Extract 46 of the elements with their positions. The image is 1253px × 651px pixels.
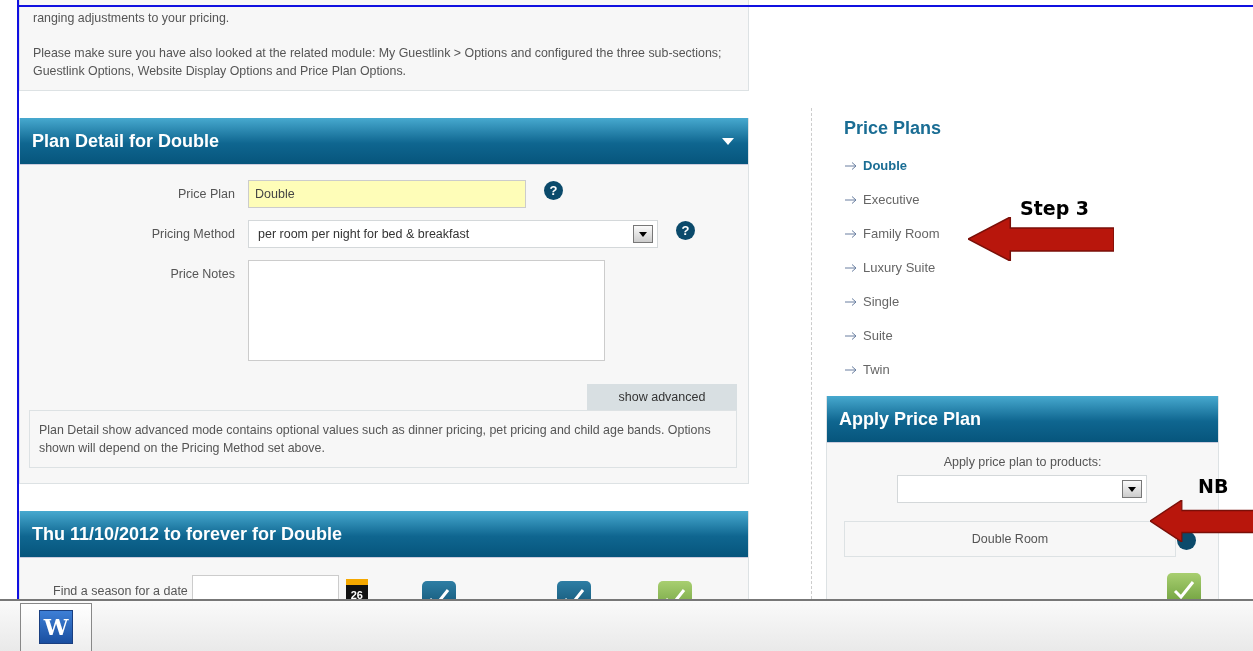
arrow-icon [845,161,857,170]
field-label: Find a season for a date [53,584,188,598]
caret-icon [1127,486,1136,492]
arrow-icon [845,297,857,306]
price-plan-link[interactable]: Family Room [845,225,940,242]
price-plan-link[interactable]: Suite [845,327,893,344]
arrow-icon [845,263,857,272]
dropdown-button[interactable] [633,225,653,243]
price-notes-field[interactable] [248,260,605,361]
dropdown-button[interactable] [1121,480,1142,498]
calendar-icon[interactable]: 26 [345,579,368,599]
help-icon[interactable]: ? [676,220,695,240]
advanced-note: Plan Detail show advanced mode contains optional values such as dinner pricing, pet pricing and child age bands. Options shown will depend on the Pricing Method set above. [29,410,737,468]
notice-text: ranging adjustments to your pricing. [33,10,231,27]
collapse-icon[interactable] [722,137,734,145]
pricing-method-select[interactable]: per room per night for bed & breakfast [248,220,658,248]
taskbar-button[interactable]: W [20,603,92,651]
product-row[interactable]: Double Room [844,521,1176,557]
checkmark-icon [1173,580,1195,599]
price-plan-link[interactable]: Executive [845,191,920,208]
help-icon[interactable]: ? [544,180,563,200]
field-label: Price Notes [169,266,235,281]
price-plan-link[interactable]: Twin [845,361,890,378]
document-app-icon: W [39,610,73,644]
arrow-icon [845,331,857,340]
panel-title: Thu 11/10/2012 to forever for Double [32,523,343,545]
date-field[interactable] [191,575,339,599]
notice-text: Please make sure you have also looked at the related module: My Guestlink > Options and configured the three sub-sections; Guestlink Options, Website Display Options and Price Plan Options. [33,45,723,80]
arrow-icon [845,195,857,204]
price-plans-title: Price Plans [844,118,943,139]
annotation-label: NB [1198,475,1229,497]
field-label: Pricing Method [150,226,235,241]
arrow-icon [845,365,857,374]
apply-label: Apply price plan to products: [943,455,1102,469]
arrow-icon [845,229,857,238]
annotation-label: Step 3 [1020,197,1090,219]
price-plan-link[interactable]: Luxury Suite [845,259,936,276]
field-label: Price Plan [177,186,235,201]
show-advanced-button[interactable]: show advanced [587,384,737,410]
price-plan-link[interactable]: Single [845,293,900,310]
price-plan-field[interactable]: Double [248,180,526,208]
panel-title: Apply Price Plan [839,408,982,430]
caret-icon [639,231,647,237]
price-plan-link[interactable]: Double [845,157,908,174]
check-button[interactable] [1167,573,1201,599]
panel-title: Plan Detail for Double [32,130,220,152]
